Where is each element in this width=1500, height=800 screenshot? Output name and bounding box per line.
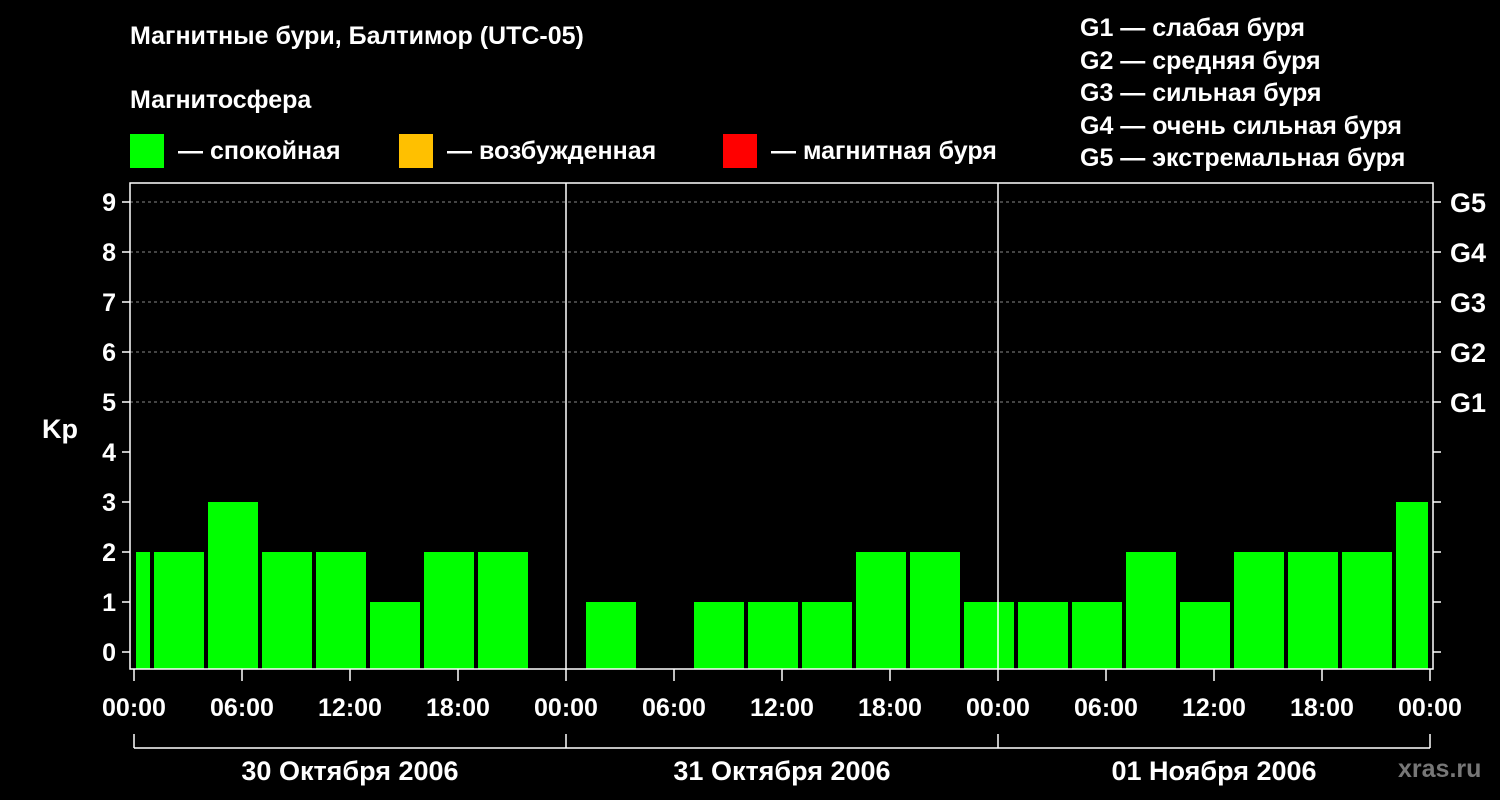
kp-bar-2 [208, 502, 258, 669]
y-tick-label-2: 2 [102, 539, 116, 567]
kp-bar-23 [1342, 552, 1392, 669]
x-tick-label-8: 00:00 [966, 694, 1030, 722]
kp-bar-22 [1288, 552, 1338, 669]
x-tick-label-9: 06:00 [1074, 694, 1138, 722]
day-label-2: 01 Ноября 2006 [1111, 756, 1316, 786]
y-tick-label-4: 4 [102, 439, 116, 467]
kp-bar-14 [856, 552, 906, 669]
kp-bar-0 [136, 552, 150, 669]
kp-bar-16 [964, 602, 1014, 669]
y-tick-label-8: 8 [102, 239, 116, 267]
day-label-0: 30 Октября 2006 [241, 756, 458, 786]
y-tick-label-0: 0 [102, 639, 116, 667]
right-label-g3: G3 [1450, 288, 1486, 318]
day-label-1: 31 Октября 2006 [673, 756, 890, 786]
kp-bar-20 [1180, 602, 1230, 669]
kp-bar-15 [910, 552, 960, 669]
x-tick-label-3: 18:00 [426, 694, 490, 722]
kp-bar-4 [316, 552, 366, 669]
y-tick-label-7: 7 [102, 289, 116, 317]
kp-bar-11 [694, 602, 744, 669]
y-tick-label-9: 9 [102, 189, 116, 217]
x-tick-label-1: 06:00 [210, 694, 274, 722]
kp-bar-19 [1126, 552, 1176, 669]
kp-bar-6 [424, 552, 474, 669]
y-tick-label-1: 1 [102, 589, 116, 617]
kp-bar-12 [748, 602, 798, 669]
kp-bar-17 [1018, 602, 1068, 669]
y-tick-label-6: 6 [102, 339, 116, 367]
right-label-g1: G1 [1450, 388, 1486, 418]
right-label-g2: G2 [1450, 338, 1486, 368]
kp-bar-1 [154, 552, 204, 669]
right-label-g5: G5 [1450, 188, 1486, 218]
watermark: xras.ru [1398, 755, 1482, 783]
kp-bar-7 [478, 552, 528, 669]
x-tick-label-2: 12:00 [318, 694, 382, 722]
y-axis-label: Kp [42, 414, 78, 444]
kp-chart: 0 1 2 3 4 5 6 7 8 9 G1 G2 G3 G4 G5 Kp 00:00 06:00 12:00 18:… [42, 182, 1486, 786]
x-tick-label-4: 00:00 [534, 694, 598, 722]
x-tick-label-6: 12:00 [750, 694, 814, 722]
y-tick-label-3: 3 [102, 489, 116, 517]
x-tick-label-0: 00:00 [102, 694, 166, 722]
y-tick-label-5: 5 [102, 389, 116, 417]
x-tick-label-12: 00:00 [1398, 694, 1462, 722]
kp-bar-5 [370, 602, 420, 669]
x-tick-label-10: 12:00 [1182, 694, 1246, 722]
kp-bar-13 [802, 602, 852, 669]
x-tick-label-7: 18:00 [858, 694, 922, 722]
kp-bar-21 [1234, 552, 1284, 669]
kp-bar-3 [262, 552, 312, 669]
x-tick-label-5: 06:00 [642, 694, 706, 722]
right-label-g4: G4 [1450, 238, 1486, 268]
x-tick-label-11: 18:00 [1290, 694, 1354, 722]
kp-bar-18 [1072, 602, 1122, 669]
kp-bar-9 [586, 602, 636, 669]
kp-bar-24 [1396, 502, 1428, 669]
